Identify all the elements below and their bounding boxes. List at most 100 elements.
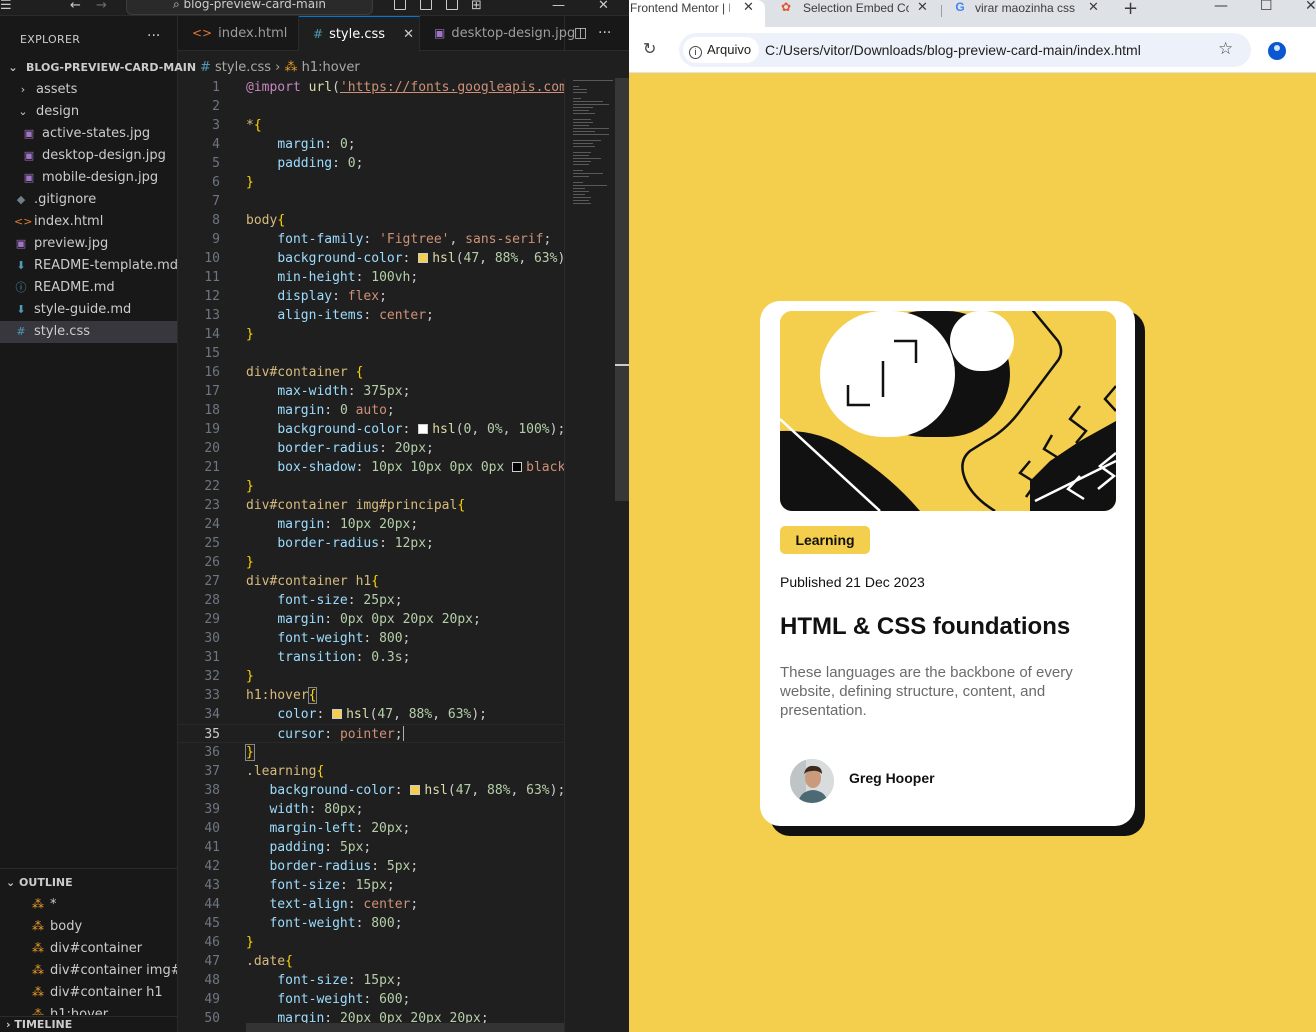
css-icon: #: [16, 325, 26, 338]
html-icon: <>: [192, 26, 213, 40]
tree-item-label: design: [36, 104, 80, 119]
back-arrow-icon[interactable]: ←: [70, 0, 81, 12]
vscode-window: ☰ ← → ⌕ blog-preview-card-main ⊞ — ✕ EXP…: [0, 0, 629, 1032]
close-tab-icon[interactable]: ✕: [743, 0, 754, 15]
blog-preview-card: Learning Published 21 Dec 2023 HTML & CS…: [760, 301, 1135, 826]
symbol-icon: ⁂: [32, 919, 44, 933]
timeline-header[interactable]: › TIMELINE: [6, 1018, 72, 1031]
minimize-icon[interactable]: —: [552, 0, 565, 12]
outline-item-label: body: [50, 919, 83, 934]
browser-tab-selection-embed[interactable]: ✿ Selection Embed Co ✕: [765, 0, 941, 27]
tree-item-preview[interactable]: ▣ preview.jpg: [0, 233, 177, 255]
tree-item-readme-template[interactable]: ⬇ README-template.md: [0, 255, 178, 277]
tree-item-design[interactable]: ⌄ design: [0, 101, 177, 123]
outline-item-label: h1:hover: [50, 1007, 109, 1015]
tree-item-label: preview.jpg: [34, 236, 109, 251]
tree-item-gitignore[interactable]: ◆ .gitignore: [0, 189, 177, 211]
horizontal-scrollbar[interactable]: [246, 1023, 564, 1032]
card-illustration: [780, 311, 1116, 511]
tree-item-label: README.md: [34, 280, 115, 295]
toggle-panel-icon[interactable]: [420, 0, 432, 10]
command-center-search[interactable]: ⌕ blog-preview-card-main: [126, 0, 373, 15]
editor-scrollbar[interactable]: [615, 78, 629, 1032]
tab-label: index.html: [218, 26, 288, 41]
tree-item-index-html[interactable]: <> index.html: [0, 211, 177, 233]
tree-item-label: mobile-design.jpg: [42, 170, 159, 185]
new-tab-icon[interactable]: +: [1123, 0, 1138, 19]
reload-icon[interactable]: ↻: [643, 39, 656, 58]
tree-item-assets[interactable]: › assets: [0, 79, 177, 101]
code-editor[interactable]: 1 @import url('https://fonts.googleapis.c…: [178, 78, 564, 1032]
css-icon: #: [200, 60, 216, 75]
panel-divider: [0, 1016, 177, 1017]
tree-item-style-css[interactable]: # style.css: [0, 321, 177, 343]
author-avatar: [790, 759, 834, 803]
html-icon: <>: [14, 215, 33, 228]
minimize-icon[interactable]: —: [1214, 0, 1228, 14]
outline-item-label: div#container h1: [50, 985, 163, 1000]
outline-header[interactable]: ⌄ OUTLINE: [6, 876, 73, 889]
outline-item[interactable]: ⁂ h1:hover: [0, 1003, 177, 1015]
scrollbar-thumb[interactable]: [615, 78, 629, 501]
breadcrumb-symbol[interactable]: h1:hover: [302, 60, 360, 75]
outline-item[interactable]: ⁂ body: [0, 915, 177, 937]
tree-item-readme[interactable]: ⓘ README.md: [0, 277, 177, 299]
tab-style-css[interactable]: # style.css ✕: [299, 16, 420, 52]
close-tab-icon[interactable]: ✕: [403, 27, 414, 42]
bookmark-star-icon[interactable]: ☆: [1218, 39, 1233, 59]
split-editor-icon[interactable]: ◫: [574, 25, 587, 41]
browser-tab-google-search[interactable]: G virar maozinha css ✕: [941, 0, 1117, 27]
toggle-secondary-sidebar-icon[interactable]: [446, 0, 458, 10]
minimap[interactable]: [564, 78, 615, 1032]
git-icon: ◆: [16, 193, 26, 206]
tree-item-desktop-design[interactable]: ▣ desktop-design.jpg: [0, 145, 177, 167]
image-icon: ▣: [15, 237, 27, 250]
menu-icon[interactable]: ☰: [0, 0, 12, 12]
tree-item-active-states[interactable]: ▣ active-states.jpg: [0, 123, 177, 145]
address-bar[interactable]: i Arquivo C:/Users/vitor/Downloads/blog-p…: [679, 33, 1251, 67]
maximize-icon[interactable]: ☐: [1260, 0, 1273, 14]
outline-item-label: *: [50, 897, 57, 912]
more-actions-icon[interactable]: ···: [598, 25, 611, 41]
url-text[interactable]: C:/Users/vitor/Downloads/blog-preview-ca…: [765, 33, 1141, 67]
browser-tab-title: Frontend Mentor | E: [630, 1, 730, 15]
outline-item[interactable]: ⁂ *: [0, 893, 177, 915]
category-tag: Learning: [780, 526, 870, 554]
close-window-icon[interactable]: ✕: [1305, 0, 1316, 14]
tab-desktop-design[interactable]: ▣ desktop-design.jpg: [420, 16, 575, 51]
card-description: These languages are the backbone of ever…: [780, 664, 1073, 719]
close-tab-icon[interactable]: ✕: [1088, 0, 1099, 15]
tab-index-html[interactable]: <> index.html: [178, 16, 299, 51]
illustration-graphic: [780, 311, 1116, 511]
close-window-icon[interactable]: ✕: [598, 0, 609, 12]
markdown-icon: ⬇: [16, 303, 26, 316]
outline-item[interactable]: ⁂ div#container img#...: [0, 959, 177, 981]
forward-arrow-icon[interactable]: →: [96, 0, 107, 12]
author-portrait: [790, 759, 834, 803]
outline-item[interactable]: ⁂ div#container: [0, 937, 177, 959]
tree-item-mobile-design[interactable]: ▣ mobile-design.jpg: [0, 167, 177, 189]
css-icon: #: [313, 27, 324, 41]
card-title[interactable]: HTML & CSS foundations: [780, 613, 1070, 641]
explorer-root-folder[interactable]: ⌄ BLOG-PREVIEW-CARD-MAIN: [0, 57, 196, 79]
symbol-icon: ⁂: [32, 941, 44, 955]
tree-item-label: active-states.jpg: [42, 126, 151, 141]
customize-layout-icon[interactable]: ⊞: [471, 0, 482, 12]
symbol-icon: ⁂: [32, 897, 44, 911]
close-tab-icon[interactable]: ✕: [917, 0, 928, 15]
toggle-primary-sidebar-icon[interactable]: [394, 0, 406, 10]
site-info-chip[interactable]: i Arquivo: [683, 37, 760, 63]
explorer-header: EXPLORER: [20, 33, 81, 46]
timeline-header-label: TIMELINE: [14, 1018, 73, 1031]
tree-item-label: assets: [36, 82, 78, 97]
tree-item-style-guide[interactable]: ⬇ style-guide.md: [0, 299, 177, 321]
profile-avatar-icon[interactable]: [1268, 42, 1286, 60]
browser-menu-icon[interactable]: ⋮: [1309, 40, 1316, 59]
tree-item-label: style-guide.md: [34, 302, 132, 317]
browser-tab-frontend-mentor[interactable]: Frontend Mentor | E ✕: [629, 0, 765, 27]
outline-item[interactable]: ⁂ div#container h1: [0, 981, 177, 1003]
tab-label: desktop-design.jpg: [451, 26, 576, 41]
more-actions-icon[interactable]: ···: [147, 28, 160, 44]
search-icon: ⌕: [172, 0, 184, 11]
breadcrumb-file[interactable]: style.css: [215, 60, 271, 75]
